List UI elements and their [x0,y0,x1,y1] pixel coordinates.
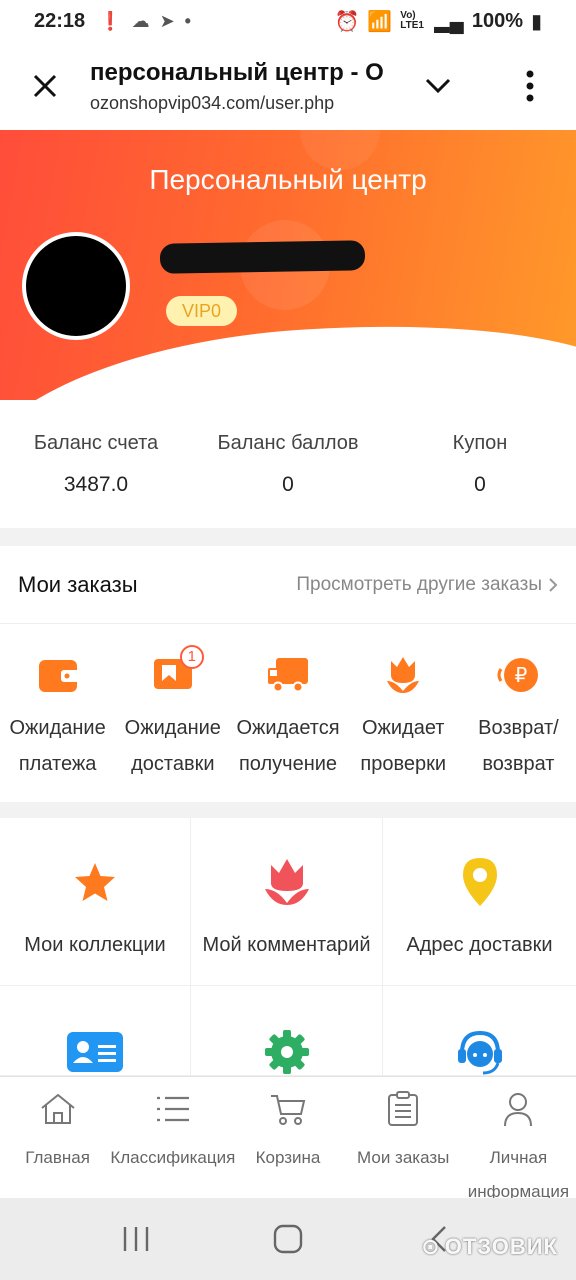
view-all-orders-link[interactable]: Просмотреть другие заказы [296,574,558,596]
support-tile[interactable] [383,986,576,1076]
chevron-down-icon [425,78,451,94]
my-collections-tile[interactable]: Мои коллекции [0,818,191,986]
orders-title: Мои заказы [18,571,138,597]
tulip-icon [387,657,420,693]
header-title: Персональный центр [149,164,427,195]
view-all-orders-label: Просмотреть другие заказы [296,573,542,595]
network-label: Vo) LTE1 [400,10,424,31]
order-status-label: Ожидается получение [236,717,340,775]
my-comments-tile[interactable]: Мой комментарий [191,818,383,986]
support-agent-icon [457,1030,502,1075]
tab-my-orders[interactable]: Мои заказы [346,1077,461,1198]
truck-icon [268,658,308,693]
close-icon [33,74,57,98]
tab-cart[interactable]: Корзина [230,1077,345,1198]
alarm-icon: ⏰ [334,10,360,33]
balance-value: 0 [282,473,294,496]
profile-header: Персональный центр VIP0 [0,130,576,400]
balance-label: Купон [452,432,508,454]
balance-label: Баланс баллов [217,432,359,454]
settings-tile[interactable] [191,986,383,1076]
user-icon [504,1093,533,1127]
profile-card-tile[interactable] [0,986,191,1076]
order-status-refund[interactable]: ₽ Возврат/возврат [461,624,576,802]
status-right: ⏰ 📶 Vo) LTE1 ▂▄ 100% ▮ [334,9,542,34]
order-status-label: Возврат/возврат [478,717,559,775]
cloud-icon: ☁ [131,10,150,31]
watermark-text: ОТЗОВИК [444,1234,558,1259]
page-url: ozonshopvip034.com/user.php [90,92,335,113]
notification-icons: ❗ ☁ ➤ • [99,11,191,32]
gear-icon [264,1030,309,1074]
tab-label: Мои заказы [357,1148,450,1167]
order-status-awaiting-payment[interactable]: Ожидание платежа [0,624,115,802]
avatar[interactable] [22,232,130,340]
tab-personal-info[interactable]: Личная информация [461,1077,576,1201]
username-redacted [159,240,366,274]
menu-button[interactable] [484,69,576,103]
id-card-icon [67,1032,123,1072]
expand-button[interactable] [392,76,484,96]
order-status-awaiting-delivery[interactable]: 1 Ожидание доставки [115,624,230,802]
dot-icon: • [184,10,191,31]
order-count-badge: 1 [179,644,204,669]
order-status-row: Ожидание платежа 1 Ожидание доставки Ожида… [0,624,576,802]
home-nav-icon[interactable] [273,1224,303,1254]
tab-classification[interactable]: Классификация [110,1077,235,1198]
recent-apps-icon[interactable] [121,1225,151,1253]
vip-badge: VIP0 [166,296,238,326]
order-status-awaiting-receipt[interactable]: Ожидается получение [230,624,345,802]
home-icon [40,1093,75,1124]
notification-icon: ❗ [99,10,122,31]
balance-label: Баланс счета [33,432,159,454]
watermark-logo-icon: ⊙ [421,1234,441,1259]
more-vert-icon [526,70,534,102]
balance-account[interactable]: Баланс счета 3487.0 [0,400,192,528]
balance-panel: Баланс счета 3487.0 Баланс баллов 0 Купо… [0,400,576,528]
page-title: персональный центр - O [90,58,384,86]
tile-label: Мой комментарий [202,934,371,956]
wallet-icon [38,660,79,692]
url-box[interactable]: персональный центр - O ozonshopvip034.co… [90,59,392,114]
list-icon [156,1096,189,1122]
clipboard-icon [388,1091,419,1126]
refund-icon: ₽ [497,658,539,692]
watermark: ⊙ ОТЗОВИК [421,1234,558,1260]
signal-icon: ▂▄ [434,10,464,33]
tile-label: Адрес доставки [406,934,553,956]
balance-points[interactable]: Баланс баллов 0 [192,400,384,528]
order-status-label: Ожидает проверки [360,717,447,775]
chevron-right-icon [549,577,558,592]
status-bar: 22:18 ❗ ☁ ➤ • ⏰ 📶 Vo) LTE1 ▂▄ 100% ▮ [0,0,576,42]
balance-value: 0 [474,473,486,496]
star-icon [75,863,115,901]
cart-icon [271,1095,306,1125]
browser-toolbar: персональный центр - O ozonshopvip034.co… [0,42,576,130]
telegram-icon: ➤ [159,10,175,31]
battery-icon: ▮ [530,10,542,33]
order-status-awaiting-review[interactable]: Ожидает проверки [346,624,461,802]
wifi-icon: 📶 [367,10,393,33]
order-status-label: Ожидание доставки [124,717,221,775]
order-status-label: Ожидание платежа [9,717,106,775]
orders-header: Мои заказы Просмотреть другие заказы [0,546,576,624]
tab-home[interactable]: Главная [0,1077,115,1198]
balance-coupon[interactable]: Купон 0 [384,400,576,528]
balance-value: 3487.0 [63,473,129,496]
location-pin-icon [462,858,497,906]
delivery-address-tile[interactable]: Адрес доставки [383,818,576,986]
svg-text:₽: ₽ [515,663,528,687]
status-time: 22:18 [34,9,86,32]
close-button[interactable] [0,73,90,99]
tile-label: Мои коллекции [24,934,166,956]
feature-grid: Мои коллекции Мой комментарий Адрес дост… [0,818,576,1076]
bottom-tab-bar: Главная Классификация Корзина Мои заказы… [0,1076,576,1201]
tulip-icon [264,859,309,905]
battery-label: 100% [471,9,523,32]
